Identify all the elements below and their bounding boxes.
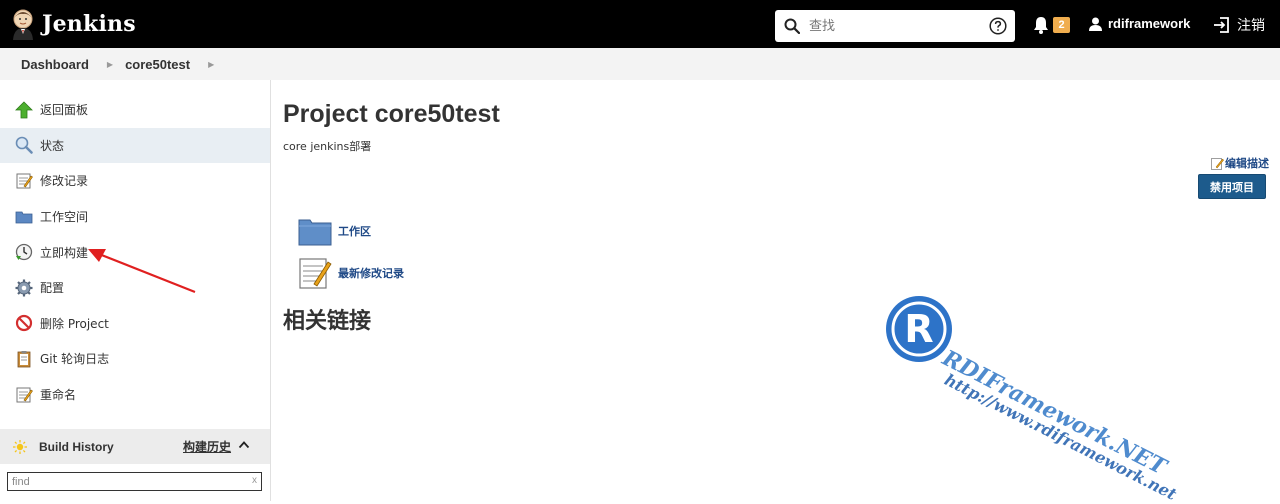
search-icon <box>784 18 800 34</box>
bell-icon[interactable] <box>1033 16 1049 34</box>
gear-icon <box>15 279 33 297</box>
edit-description-link[interactable]: 编辑描述 <box>1211 155 1269 171</box>
page-title: Project core50test <box>283 100 500 128</box>
project-description: core jenkins部署 <box>283 140 372 153</box>
sidebar-item-git-polling-log[interactable]: Git 轮询日志 <box>0 341 270 377</box>
build-history-title: Build History <box>39 439 114 454</box>
sidebar-item-label: 配置 <box>40 281 65 296</box>
up-arrow-icon <box>15 101 33 119</box>
edit-icon <box>1211 157 1224 170</box>
sidebar-item-changes[interactable]: 修改记录 <box>0 163 270 199</box>
notepad-icon <box>15 386 33 404</box>
build-clock-icon <box>15 243 33 261</box>
workspace-link[interactable]: 工作区 <box>298 214 371 248</box>
clipboard-icon <box>15 350 33 368</box>
sidebar-item-label: 立即构建 <box>40 245 89 260</box>
breadcrumb-project[interactable]: core50test <box>125 57 190 72</box>
sidebar-item-status[interactable]: 状态 <box>0 127 270 164</box>
chevron-right-icon[interactable]: ▶ <box>107 60 113 69</box>
sidebar-item-delete-project[interactable]: 删除 Project <box>0 306 270 342</box>
no-entry-icon <box>15 314 33 332</box>
magnifier-icon <box>15 136 33 155</box>
recent-changes-link-label: 最新修改记录 <box>338 267 404 280</box>
clear-filter-icon[interactable]: x <box>252 475 257 486</box>
sidebar-item-label: 状态 <box>40 138 65 153</box>
sidebar-item-back-to-dashboard[interactable]: 返回面板 <box>0 92 270 128</box>
recent-changes-link[interactable]: 最新修改记录 <box>298 256 404 290</box>
search-box[interactable] <box>775 10 1015 42</box>
edit-description-label: 编辑描述 <box>1225 157 1269 170</box>
build-filter-input[interactable] <box>8 474 243 489</box>
build-trend-link[interactable]: 构建历史 <box>183 438 231 455</box>
jenkins-logo-text: Jenkins <box>42 11 136 37</box>
sun-icon <box>13 439 27 454</box>
disable-project-button[interactable]: 禁用项目 <box>1198 174 1266 199</box>
logout-label: 注销 <box>1237 17 1265 33</box>
user-icon <box>1089 17 1102 31</box>
jenkins-butler-icon <box>13 9 33 40</box>
search-input[interactable] <box>809 13 979 39</box>
notepad-icon <box>15 172 33 190</box>
logout-icon <box>1214 17 1229 33</box>
watermark-brand: RDIFramework.NET <box>938 345 1171 481</box>
sidebar-item-label: Git 轮询日志 <box>40 352 110 367</box>
related-links-heading: 相关链接 <box>283 309 372 334</box>
annotation-arrow <box>88 249 196 294</box>
sidebar-item-label: 工作空间 <box>40 210 89 225</box>
sidebar-item-label: 返回面板 <box>40 103 89 118</box>
sidebar-item-label: 修改记录 <box>40 174 89 189</box>
sidebar-divider <box>270 80 271 501</box>
notepad-icon <box>299 258 332 289</box>
sidebar-item-rename[interactable]: 重命名 <box>0 377 270 413</box>
chevron-up-icon[interactable] <box>238 439 250 451</box>
sidebar-item-label: 重命名 <box>40 388 77 403</box>
watermark-url: http://www.rdiframework.net <box>941 370 1180 504</box>
build-history-header: Build History 构建历史 <box>0 429 270 464</box>
watermark-logo-letter: R <box>904 307 933 351</box>
watermark-logo: R <box>886 296 952 362</box>
jenkins-logo[interactable]: Jenkins <box>10 8 136 40</box>
chevron-right-icon[interactable]: ▶ <box>208 60 214 69</box>
sidebar-item-workspace[interactable]: 工作空间 <box>0 199 270 235</box>
username: rdiframework <box>1108 16 1191 31</box>
breadcrumb-dashboard[interactable]: Dashboard <box>21 57 89 72</box>
folder-icon <box>298 219 332 246</box>
workspace-link-label: 工作区 <box>338 225 371 238</box>
folder-icon <box>15 208 33 226</box>
top-header: Jenkins 2 rdiframework 注销 <box>0 0 1280 48</box>
logout-button[interactable]: 注销 <box>1213 15 1265 35</box>
breadcrumb: Dashboard ▶ core50test ▶ <box>0 48 1280 80</box>
help-icon[interactable] <box>989 17 1007 35</box>
build-filter-box[interactable]: x <box>7 472 262 491</box>
sidebar-item-label: 删除 Project <box>40 316 109 331</box>
notification-badge[interactable]: 2 <box>1053 17 1070 33</box>
user-menu[interactable]: rdiframework <box>1089 16 1190 31</box>
